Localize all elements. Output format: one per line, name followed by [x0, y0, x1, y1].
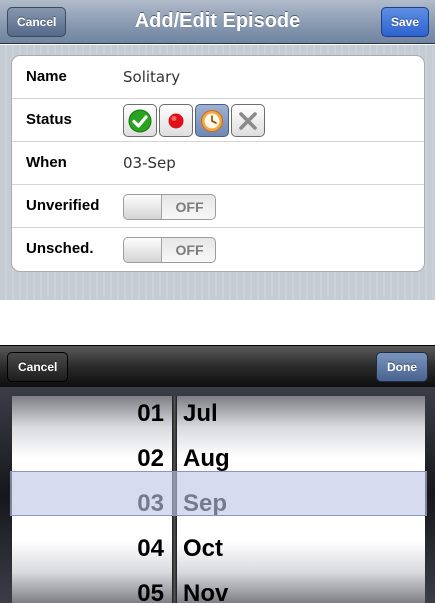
- unsched-toggle[interactable]: OFF: [123, 237, 216, 263]
- x-icon: [239, 112, 257, 130]
- unsched-label: Unsched.: [26, 240, 94, 257]
- day-option[interactable]: 04: [12, 526, 172, 571]
- navigation-bar: Cancel Add/Edit Episode Save: [0, 0, 435, 44]
- status-options: [123, 104, 265, 137]
- day-option[interactable]: 05: [12, 571, 172, 603]
- toggle-state: OFF: [175, 242, 204, 258]
- status-done-button[interactable]: [123, 104, 157, 137]
- selection-indicator: [10, 471, 427, 516]
- status-recording-button[interactable]: [159, 104, 193, 137]
- save-button[interactable]: Save: [380, 7, 429, 37]
- episode-form: Name Solitary Status When 03-Sep Unverif…: [11, 55, 425, 272]
- when-value[interactable]: 03-Sep: [123, 142, 176, 184]
- when-row[interactable]: When 03-Sep: [12, 142, 424, 185]
- unverified-toggle[interactable]: OFF: [123, 194, 216, 220]
- name-value[interactable]: Solitary: [123, 56, 180, 98]
- status-row: Status: [12, 99, 424, 142]
- page-title: Add/Edit Episode: [134, 10, 301, 32]
- status-cancelled-button[interactable]: [231, 104, 265, 137]
- spacer: [0, 300, 435, 345]
- unsched-row: Unsched. OFF: [12, 228, 424, 271]
- form-background: Name Solitary Status When 03-Sep Unverif…: [0, 45, 435, 300]
- month-option[interactable]: Jul: [177, 396, 425, 436]
- status-label: Status: [26, 111, 72, 128]
- picker-done-button[interactable]: Done: [376, 352, 428, 382]
- picker-cancel-button[interactable]: Cancel: [7, 352, 69, 382]
- status-scheduled-button[interactable]: [195, 104, 229, 137]
- when-label: When: [26, 154, 67, 171]
- clock-icon: [201, 110, 223, 132]
- name-row[interactable]: Name Solitary: [12, 56, 424, 99]
- day-option[interactable]: 01: [12, 396, 172, 436]
- toggle-state: OFF: [175, 199, 204, 215]
- picker-toolbar: Cancel Done: [0, 345, 435, 387]
- red-dot-icon: [168, 113, 184, 129]
- toggle-knob: [124, 195, 162, 219]
- checkmark-icon: [128, 109, 152, 133]
- month-option[interactable]: Oct: [177, 526, 425, 571]
- toggle-knob: [124, 238, 162, 262]
- month-option[interactable]: Nov: [177, 571, 425, 603]
- name-label: Name: [26, 68, 67, 85]
- unverified-row: Unverified OFF: [12, 185, 424, 228]
- unverified-label: Unverified: [26, 197, 100, 214]
